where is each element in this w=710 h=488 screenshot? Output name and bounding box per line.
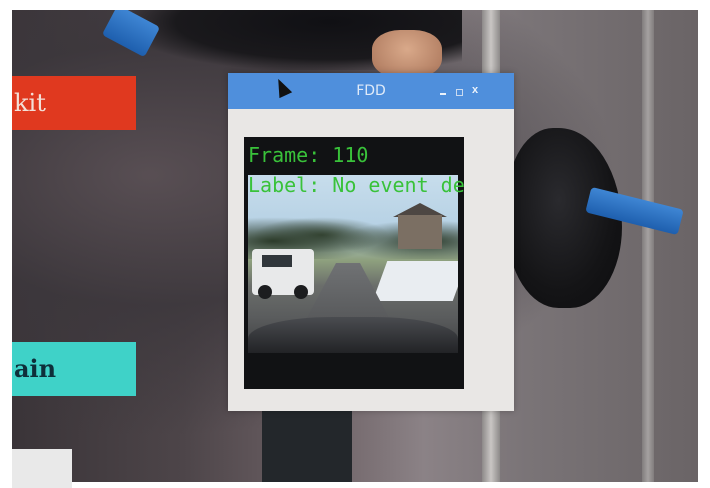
- fdd-window: FDD x Frame: 110 Label: No event det: [228, 73, 514, 411]
- close-icon: x: [471, 84, 479, 96]
- train-button-label: ain: [14, 354, 57, 383]
- hand: [372, 30, 442, 78]
- glove-right: [507, 128, 622, 308]
- white-truck: [252, 249, 314, 299]
- video-frame: Frame: 110 Label: No event det: [244, 137, 464, 389]
- close-button[interactable]: x: [468, 83, 482, 97]
- frame-counter: Frame: 110: [248, 143, 369, 167]
- minimize-button[interactable]: [436, 83, 450, 97]
- truck-window: [262, 255, 292, 267]
- maximize-button[interactable]: [452, 83, 466, 97]
- truck-wheel: [258, 285, 272, 299]
- house: [398, 215, 442, 249]
- minimize-icon: [440, 93, 446, 95]
- car-hood: [248, 317, 458, 353]
- dashcam-image: [248, 175, 458, 353]
- maximize-icon: [455, 88, 463, 96]
- window-titlebar[interactable]: FDD x: [228, 73, 514, 109]
- exit-button-label: kit: [14, 89, 46, 117]
- snow-bank: [372, 261, 458, 301]
- bottom-left-panel: [12, 449, 72, 488]
- truck-wheel: [294, 285, 308, 299]
- exit-button[interactable]: kit: [12, 76, 136, 130]
- background-pillar: [642, 10, 654, 482]
- arm-lower: [262, 410, 352, 482]
- train-button[interactable]: ain: [12, 342, 136, 396]
- event-label: Label: No event det: [248, 173, 464, 197]
